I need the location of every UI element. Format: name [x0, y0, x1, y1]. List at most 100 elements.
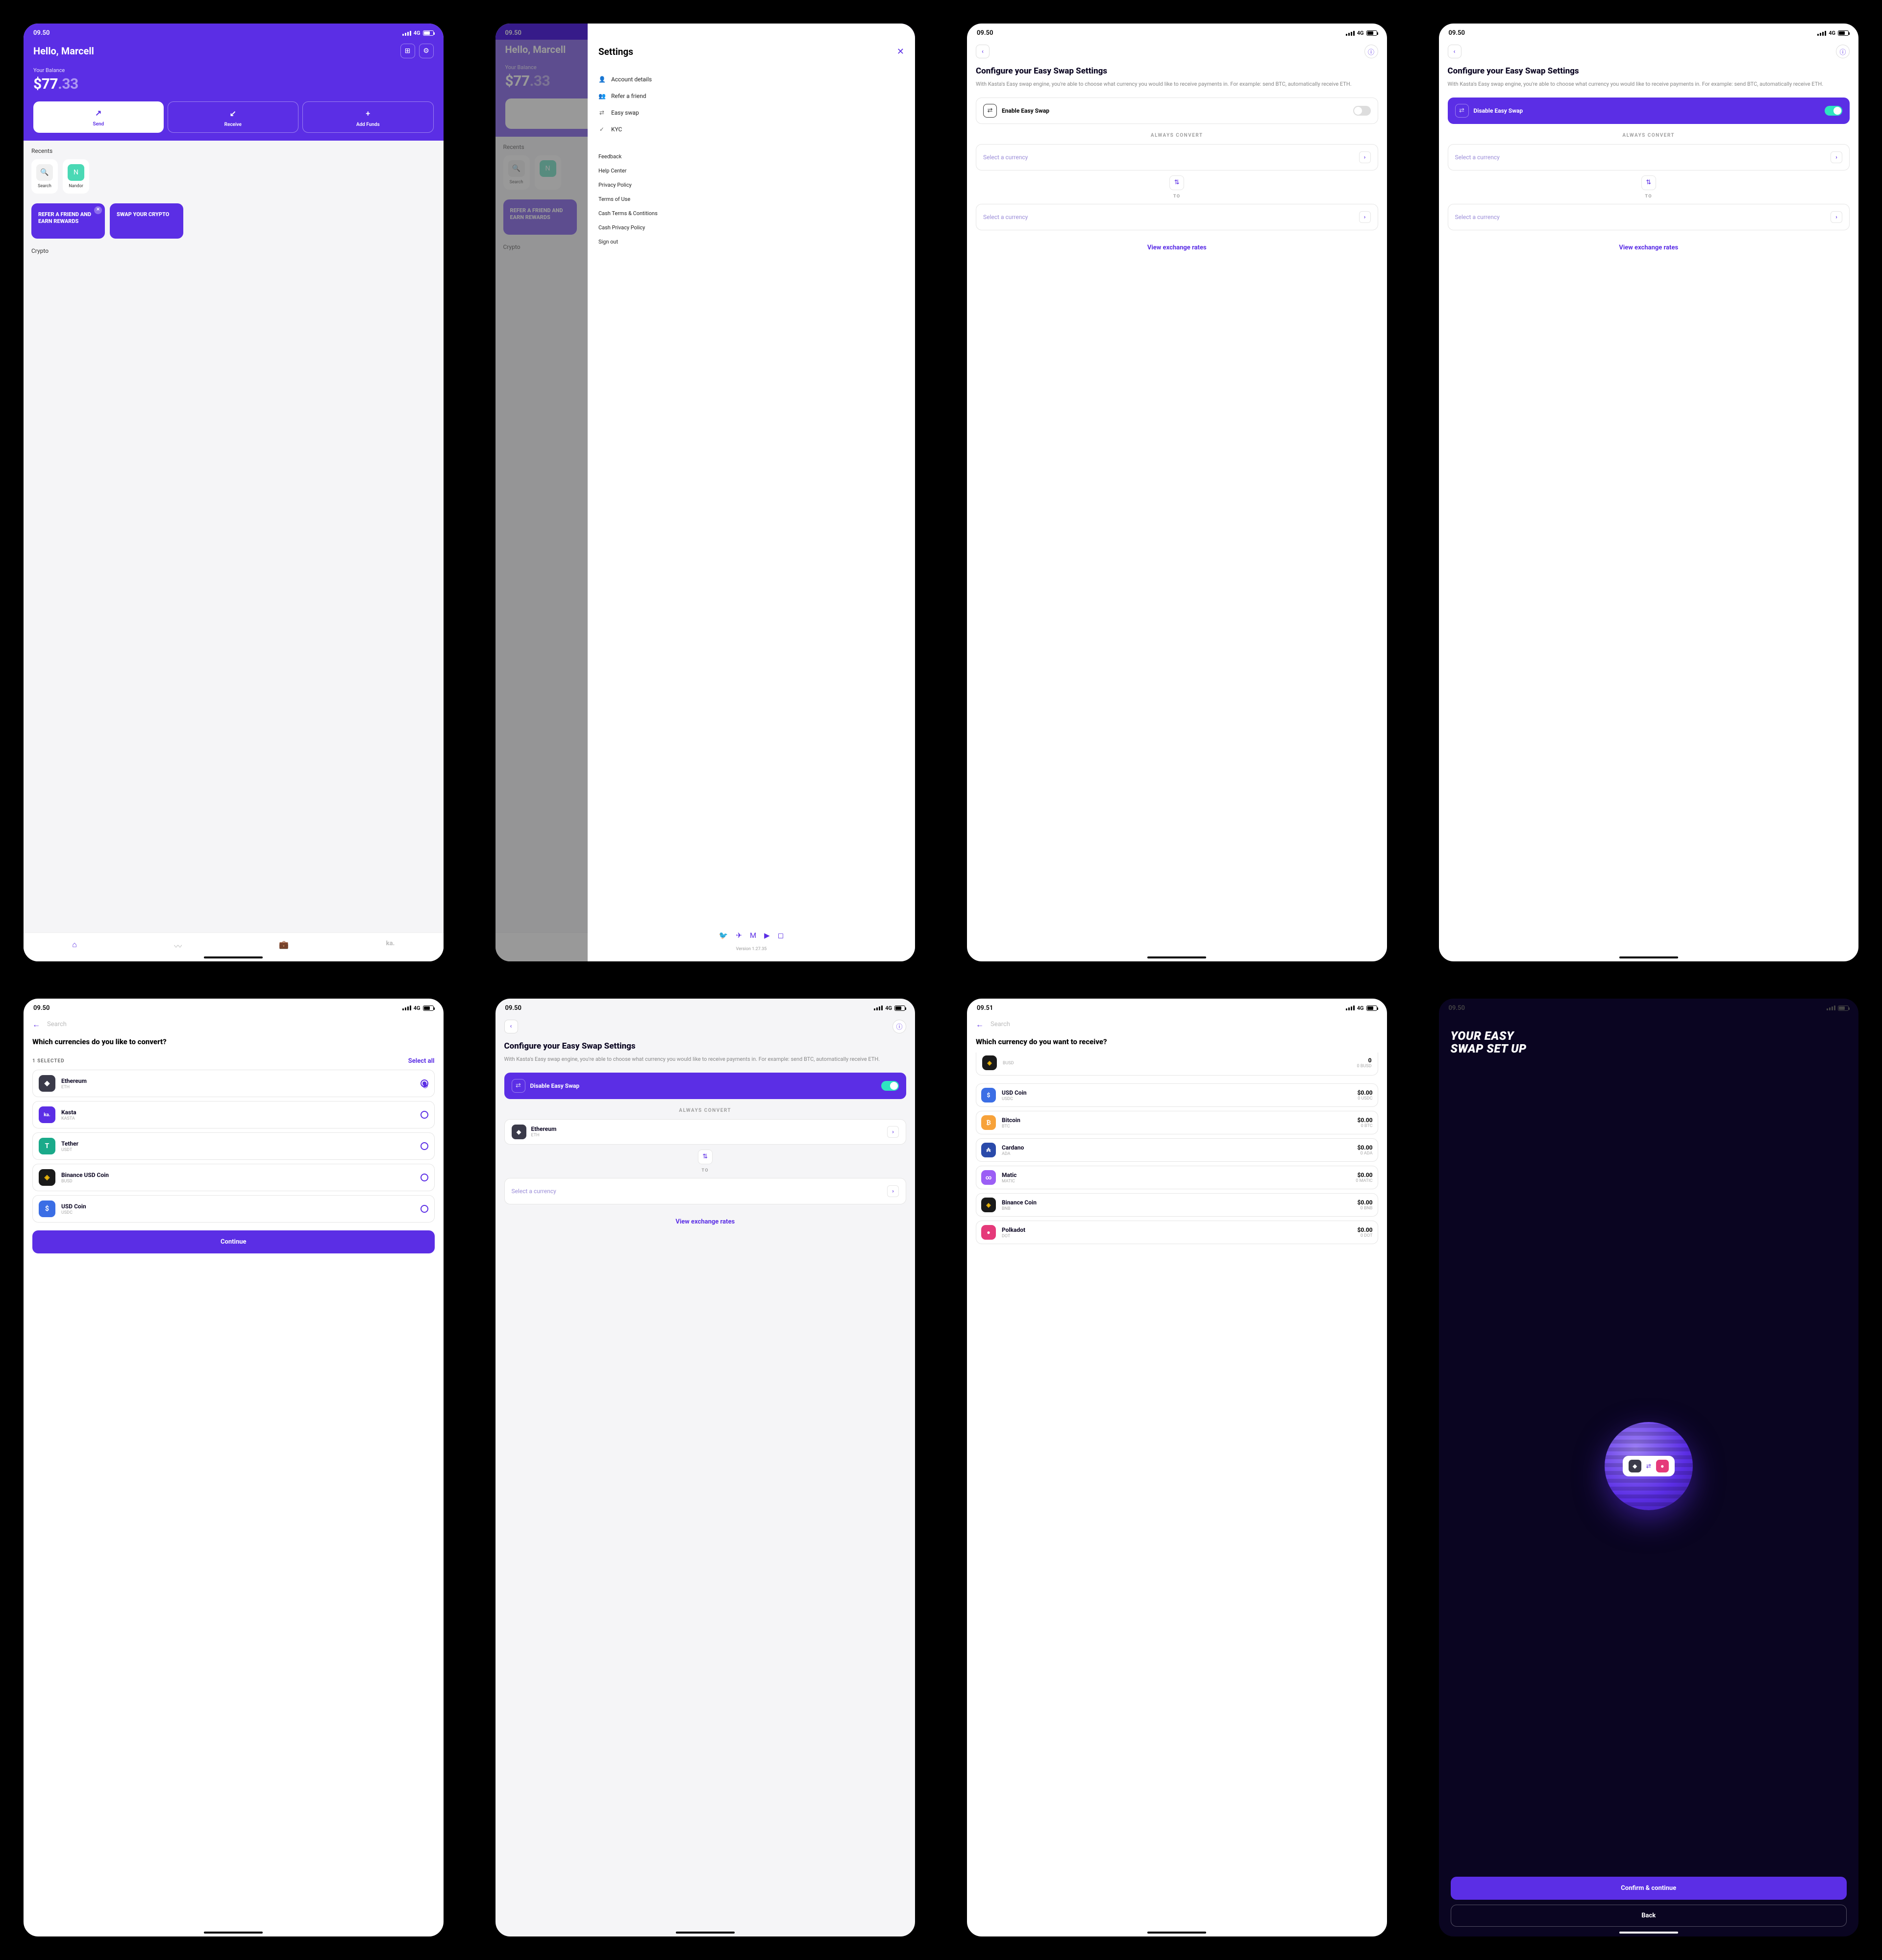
currency-select-from[interactable]: Select a currency ›: [1448, 144, 1850, 171]
screen-config-enabled: 09.50 4G ‹ ⓘ Configure your Easy Swap Se…: [1435, 20, 1863, 965]
nav-home-icon[interactable]: ⌂: [72, 940, 77, 952]
currency-item-kasta[interactable]: ka.KastaKASTA: [32, 1101, 435, 1128]
scan-button[interactable]: ⊞: [400, 44, 415, 58]
youtube-icon[interactable]: ▶: [764, 931, 770, 940]
settings-refer[interactable]: 👥Refer a friend: [598, 88, 904, 104]
radio-checked[interactable]: [421, 1079, 428, 1087]
info-button[interactable]: ⓘ: [1836, 45, 1850, 58]
search-chip[interactable]: 🔍Search: [31, 159, 58, 194]
back-button[interactable]: Back: [1451, 1905, 1847, 1927]
currency-item-usdt[interactable]: TTetherUSDT: [32, 1132, 435, 1160]
back-button[interactable]: ‹: [504, 1020, 518, 1033]
settings-easyswap[interactable]: ⇄Easy swap: [598, 104, 904, 121]
link-help[interactable]: Help Center: [598, 164, 904, 178]
back-button[interactable]: ←: [32, 1020, 40, 1029]
signal-icon: [874, 1005, 883, 1010]
radio[interactable]: [421, 1205, 428, 1213]
currency-item-bnb[interactable]: ◈Binance CoinBNB$0.000 BNB: [976, 1193, 1378, 1217]
close-icon[interactable]: ✕: [94, 206, 102, 214]
search-input[interactable]: Search: [47, 1021, 67, 1028]
settings-account[interactable]: 👤Account details: [598, 71, 904, 88]
currency-select-to[interactable]: Select a currency ›: [1448, 204, 1850, 230]
currency-item-eth[interactable]: ◆EthereumETH: [32, 1070, 435, 1097]
home-indicator: [204, 956, 263, 958]
add-funds-button[interactable]: +Add Funds: [302, 101, 434, 133]
link-signout[interactable]: Sign out: [598, 235, 904, 249]
signal-icon: [1817, 31, 1826, 36]
ada-icon: ₳: [981, 1143, 996, 1157]
contact-chip[interactable]: NNandor: [63, 159, 89, 194]
swap-direction-icon[interactable]: ⇅: [1169, 175, 1184, 190]
nav-trends-icon[interactable]: 〰: [174, 940, 182, 952]
settings-kyc[interactable]: ✓KYC: [598, 121, 904, 138]
settings-button[interactable]: ⚙: [419, 44, 434, 58]
plus-icon: +: [305, 109, 431, 118]
currency-item-dot[interactable]: ●PolkadotDOT$0.000 DOT: [976, 1221, 1378, 1244]
telegram-icon[interactable]: ✈: [736, 931, 742, 940]
close-button[interactable]: ✕: [897, 47, 904, 57]
status-bar: 09.50 4G: [967, 24, 1387, 40]
promo-refer[interactable]: ✕REFER A FRIEND AND EARN REWARDS: [31, 203, 105, 239]
link-cash-terms[interactable]: Cash Terms & Contitions: [598, 206, 904, 220]
radio[interactable]: [421, 1142, 428, 1150]
swap-direction-icon[interactable]: ⇅: [698, 1150, 713, 1164]
usdc-icon: $: [39, 1200, 55, 1217]
exchange-rates-link[interactable]: View exchange rates: [504, 1218, 907, 1225]
search-input[interactable]: Search: [991, 1021, 1010, 1028]
receive-icon: ↙: [170, 109, 297, 118]
busd-icon: ◈: [982, 1055, 997, 1070]
currency-item-matic[interactable]: ∞MaticMATIC$0.000 MATIC: [976, 1166, 1378, 1189]
toggle-label: Enable Easy Swap: [1002, 107, 1348, 114]
link-terms[interactable]: Terms of Use: [598, 192, 904, 206]
link-feedback[interactable]: Feedback: [598, 149, 904, 164]
receive-button[interactable]: ↙Receive: [168, 101, 299, 133]
screen-select-convert: 09.50 4G ← Search Which currencies do yo…: [20, 995, 447, 1940]
currency-item-usdc[interactable]: $USD CoinUSDC$0.000 USDC: [976, 1083, 1378, 1107]
battery-icon: [1366, 1005, 1377, 1011]
currency-item-usdc[interactable]: $USD CoinUSDC: [32, 1195, 435, 1223]
currency-select-to[interactable]: Select a currency ›: [504, 1178, 907, 1204]
currency-item-ada[interactable]: ₳CardanoADA$0.000 ADA: [976, 1138, 1378, 1162]
toggle-switch[interactable]: [1353, 106, 1371, 116]
back-button[interactable]: ‹: [1448, 45, 1461, 58]
currency-select-from[interactable]: ◆ EthereumETH ›: [504, 1119, 907, 1145]
battery-icon: [894, 1005, 905, 1011]
exchange-rates-link[interactable]: View exchange rates: [1448, 244, 1850, 251]
info-button[interactable]: ⓘ: [1364, 45, 1378, 58]
swap-direction-icon[interactable]: ⇅: [1641, 175, 1656, 190]
toggle-switch[interactable]: [881, 1081, 899, 1091]
user-icon: 👤: [598, 76, 605, 83]
exchange-rates-link[interactable]: View exchange rates: [976, 244, 1378, 251]
currency-item-btc[interactable]: ₿BitcoinBTC$0.000 BTC: [976, 1111, 1378, 1134]
radio[interactable]: [421, 1111, 428, 1119]
radio[interactable]: [421, 1174, 428, 1181]
send-button[interactable]: ↗Send: [33, 101, 164, 133]
medium-icon[interactable]: M: [750, 931, 756, 940]
bnb-icon: ◈: [981, 1198, 996, 1212]
back-button[interactable]: ‹: [976, 45, 990, 58]
settings-panel: Settings ✕ 👤Account details 👥Refer a fri…: [588, 24, 915, 961]
link-privacy[interactable]: Privacy Policy: [598, 178, 904, 192]
nav-wallet-icon[interactable]: 💼: [279, 940, 289, 952]
link-cash-privacy[interactable]: Cash Privacy Policy: [598, 220, 904, 235]
back-button[interactable]: ←: [976, 1020, 984, 1029]
enable-toggle-card[interactable]: ⇄ Enable Easy Swap: [976, 98, 1378, 124]
status-bar: 09.50 4G: [1439, 24, 1859, 40]
instagram-icon[interactable]: ◻: [778, 931, 784, 940]
currency-item-busd[interactable]: ◈Binance USD CoinBUSD: [32, 1164, 435, 1191]
success-body: YOUR EASY SWAP SET UP ◆ ⇄ ● Confirm & co…: [1439, 1015, 1859, 1936]
continue-button[interactable]: Continue: [32, 1230, 435, 1253]
toggle-switch[interactable]: [1825, 106, 1842, 116]
currency-select-from[interactable]: Select a currency ›: [976, 144, 1378, 171]
twitter-icon[interactable]: 🐦: [719, 931, 728, 940]
disable-toggle-card[interactable]: ⇄ Disable Easy Swap: [504, 1073, 907, 1099]
currency-select-to[interactable]: Select a currency ›: [976, 204, 1378, 230]
promo-swap[interactable]: SWAP YOUR CRYPTO: [110, 203, 183, 239]
top-nav: ‹ ⓘ: [1439, 40, 1859, 63]
confirm-button[interactable]: Confirm & continue: [1451, 1877, 1847, 1900]
select-all-button[interactable]: Select all: [408, 1057, 435, 1065]
nav-kasta-icon[interactable]: ka.: [386, 940, 395, 952]
info-button[interactable]: ⓘ: [892, 1020, 906, 1033]
disable-toggle-card[interactable]: ⇄ Disable Easy Swap: [1448, 98, 1850, 124]
currency-item-busd-partial[interactable]: ◈BUSD00 BUSD: [976, 1053, 1378, 1076]
